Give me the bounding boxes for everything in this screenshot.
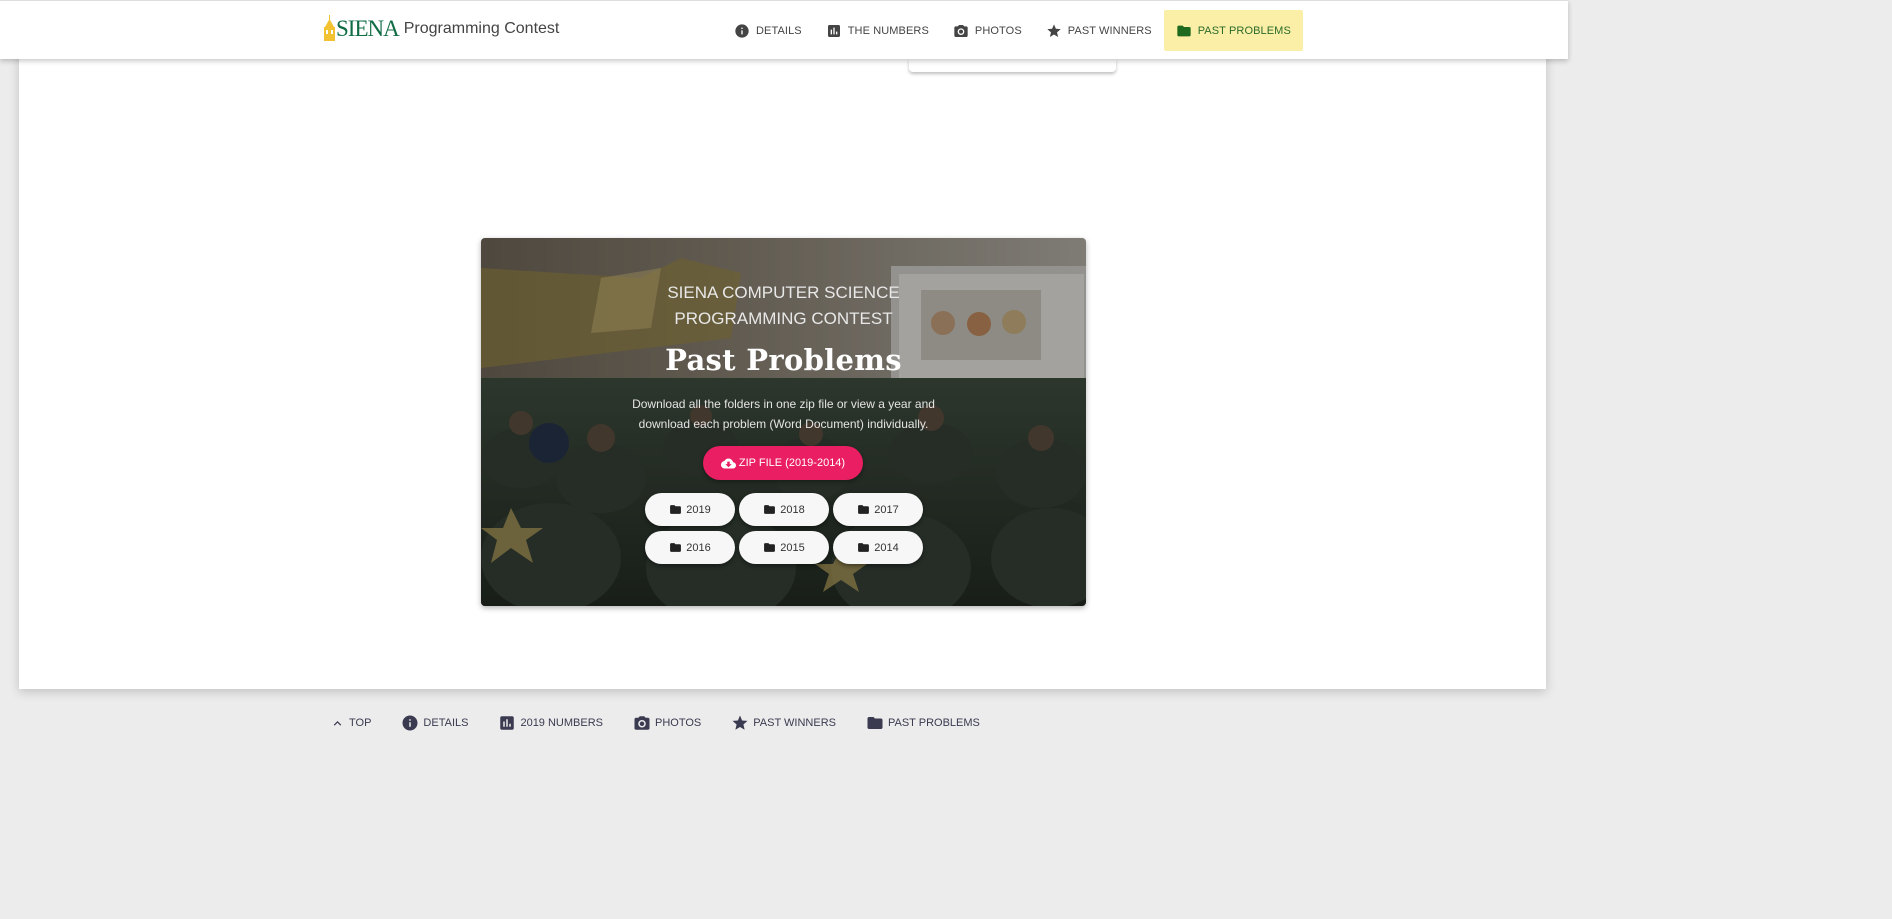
- footer-numbers-link[interactable]: 2019 NUMBERS: [498, 714, 603, 732]
- year-button-2017[interactable]: 2017: [833, 493, 923, 526]
- info-icon: [735, 23, 749, 38]
- footer-nav: TOP DETAILS 2019 NUMBERS PHOTOS PAST WIN…: [330, 711, 1010, 735]
- footer-past-problems-label: PAST PROBLEMS: [887, 717, 980, 729]
- year-button-label: 2018: [780, 503, 805, 516]
- nav-photos-label: PHOTOS: [974, 24, 1022, 37]
- bar-chart-icon: [827, 24, 840, 37]
- year-button-label: 2015: [780, 541, 805, 554]
- folder-icon: [764, 505, 776, 514]
- nav-past-problems-label: PAST PROBLEMS: [1197, 24, 1291, 37]
- dropdown-menu-edge: [909, 59, 1116, 72]
- nav-details-label: DETAILS: [756, 24, 802, 37]
- siena-logo: SIENA: [323, 15, 400, 41]
- hero-content: SIENA COMPUTER SCIENCE PROGRAMMING CONTE…: [481, 238, 1086, 606]
- nav-past-winners-label: PAST WINNERS: [1067, 24, 1152, 37]
- info-icon: [402, 715, 418, 731]
- year-button-2019[interactable]: 2019: [645, 493, 735, 526]
- year-button-label: 2019: [686, 503, 711, 516]
- folder-icon: [858, 543, 870, 552]
- camera-icon: [634, 716, 650, 730]
- year-button-2014[interactable]: 2014: [833, 531, 923, 564]
- footer-top-link[interactable]: TOP: [330, 716, 371, 731]
- folder-icon: [670, 505, 682, 514]
- folder-icon: [858, 505, 870, 514]
- camera-icon: [954, 24, 968, 37]
- footer-past-winners-link[interactable]: PAST WINNERS: [731, 714, 836, 732]
- hero-eyebrow-line-2: PROGRAMMING CONTEST: [674, 309, 893, 328]
- site-title: Programming Contest: [403, 20, 560, 37]
- star-icon: [732, 715, 748, 730]
- year-button-label: 2014: [874, 541, 899, 554]
- footer-top-label: TOP: [349, 717, 372, 729]
- brand[interactable]: SIENA Programming Contest: [323, 11, 559, 41]
- past-problems-hero-card: SIENA COMPUTER SCIENCE PROGRAMMING CONTE…: [481, 238, 1086, 606]
- footer-past-winners-label: PAST WINNERS: [753, 717, 836, 729]
- year-button-2016[interactable]: 2016: [645, 531, 735, 564]
- folder-icon: [764, 543, 776, 552]
- star-icon: [1047, 23, 1061, 37]
- year-button-label: 2017: [874, 503, 899, 516]
- bar-chart-icon: [500, 716, 515, 730]
- nav-past-winners[interactable]: PAST WINNERS: [1034, 10, 1164, 51]
- cloud-download-icon: [720, 458, 736, 468]
- nav-the-numbers[interactable]: THE NUMBERS: [814, 10, 941, 51]
- hero-eyebrow: SIENA COMPUTER SCIENCE PROGRAMMING CONTE…: [481, 280, 1086, 332]
- folder-icon: [867, 717, 883, 729]
- logo-wordmark: SIENA: [336, 16, 400, 41]
- chevron-up-icon: [333, 720, 342, 726]
- footer-details-link[interactable]: DETAILS: [401, 714, 468, 732]
- footer-photos-label: PHOTOS: [655, 717, 702, 729]
- footer-past-problems-link[interactable]: PAST PROBLEMS: [866, 714, 980, 732]
- top-nav: DETAILS THE NUMBERS PHOTOS PAST WINNERS …: [722, 10, 1303, 51]
- tower-icon: [324, 15, 335, 41]
- footer-details-label: DETAILS: [423, 717, 469, 729]
- hero-title: Past Problems: [665, 343, 902, 377]
- nav-photos[interactable]: PHOTOS: [941, 10, 1034, 51]
- nav-the-numbers-label: THE NUMBERS: [847, 24, 929, 37]
- year-button-2015[interactable]: 2015: [739, 531, 829, 564]
- zip-file-download-button[interactable]: ZIP FILE (2019-2014): [703, 446, 863, 480]
- footer-numbers-label: 2019 NUMBERS: [520, 717, 603, 729]
- nav-details[interactable]: DETAILS: [722, 10, 814, 51]
- page-card: SIENA COMPUTER SCIENCE PROGRAMMING CONTE…: [19, 40, 1546, 689]
- zip-file-button-label: ZIP FILE (2019-2014): [738, 457, 846, 469]
- folder-icon: [670, 543, 682, 552]
- top-app-bar: SIENA Programming Contest DETAILS THE NU…: [0, 0, 1568, 59]
- hero-description: Download all the folders in one zip file…: [632, 397, 935, 431]
- folder-icon: [1177, 25, 1191, 36]
- hero-eyebrow-line-1: SIENA COMPUTER SCIENCE: [667, 283, 900, 302]
- year-button-label: 2016: [686, 541, 711, 554]
- footer-photos-link[interactable]: PHOTOS: [633, 714, 701, 732]
- year-button-2018[interactable]: 2018: [739, 493, 829, 526]
- nav-past-problems[interactable]: PAST PROBLEMS: [1163, 10, 1303, 51]
- year-buttons: 2019 2018 2017 2016 2015 2014: [645, 493, 923, 564]
